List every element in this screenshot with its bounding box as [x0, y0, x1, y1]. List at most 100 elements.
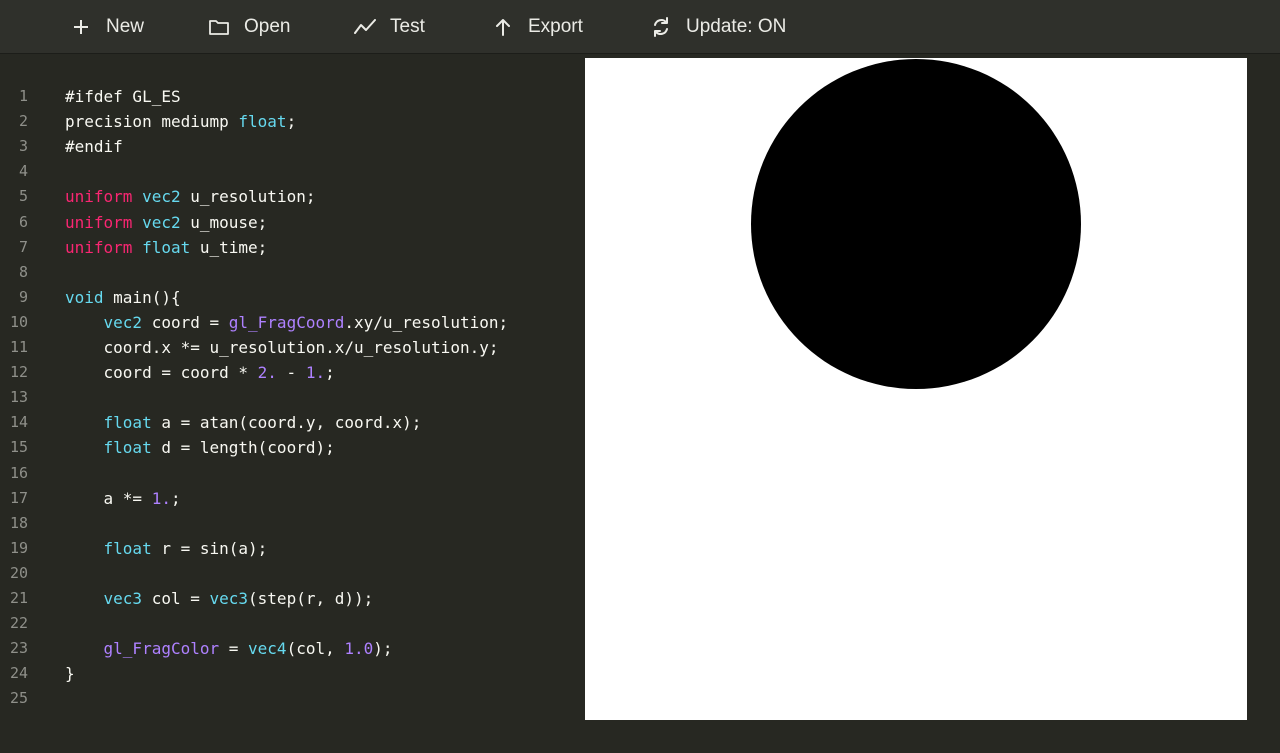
code-token: r = sin(a); [151, 538, 268, 558]
code-token: 2. [257, 363, 277, 383]
code-line[interactable]: 7 uniform float u_time; [0, 235, 585, 260]
code-line[interactable]: 23 gl_FragColor = vec4(col, 1.0); [0, 636, 585, 661]
code-token: - [276, 363, 306, 383]
line-number: 24 [9, 664, 28, 683]
code-line[interactable]: 8 [0, 260, 585, 285]
line-number: 21 [9, 589, 28, 607]
code-token: #endif [65, 137, 123, 157]
plus-icon [70, 16, 92, 38]
line-number: 19 [9, 538, 28, 557]
code-token: vec2 [142, 212, 181, 232]
code-line[interactable]: 18 [0, 511, 585, 536]
code-line[interactable]: 9 void main(){ [0, 285, 585, 310]
open-button[interactable]: Open [208, 0, 290, 53]
line-number: 16 [9, 463, 28, 482]
code-text: } [65, 661, 75, 686]
code-token: = [219, 639, 249, 659]
line-number: 7 [18, 237, 28, 256]
code-token: coord = coord * [65, 363, 258, 383]
code-line[interactable]: 24} [0, 661, 585, 686]
code-text: vec2 coord = gl_FragCoord.xy/u_resolutio… [65, 310, 509, 335]
code-token: vec3 [209, 589, 249, 608]
chart-line-icon [354, 16, 376, 38]
test-button[interactable]: Test [354, 0, 425, 53]
update-label: Update: ON [686, 15, 787, 37]
code-text: float a = atan(coord.y, coord.x); [65, 410, 422, 435]
new-label: New [106, 15, 145, 37]
code-token: ; [170, 488, 181, 508]
code-token: gl_FragColor [103, 639, 220, 659]
line-number: 8 [18, 262, 28, 281]
export-button[interactable]: Export [492, 0, 583, 53]
toolbar: New Open Test Export Update: ON [0, 0, 1280, 54]
code-line[interactable]: 12 coord = coord * 2. - 1.; [0, 360, 585, 385]
code-token: (step(r, d)); [248, 589, 374, 608]
code-line[interactable]: 21 vec3 col = vec3(step(r, d)); [0, 586, 585, 611]
code-token: ; [286, 112, 297, 132]
code-editor[interactable]: 1 #ifdef GL_ES 2 precision mediump float; 3 #… [0, 54, 585, 753]
code-token: u_mouse; [180, 212, 268, 232]
code-token: d = length(coord); [151, 438, 335, 458]
code-line[interactable]: 3 #endif [0, 134, 585, 159]
code-line[interactable]: 15 float d = length(coord); [0, 435, 585, 460]
line-number: 13 [9, 388, 28, 407]
line-number: 10 [9, 312, 28, 331]
line-number: 25 [9, 689, 28, 708]
line-number: 4 [18, 162, 28, 181]
code-line[interactable]: 4 [0, 159, 585, 184]
code-line[interactable]: 6 uniform vec2 u_mouse; [0, 210, 585, 235]
code-text: precision mediump float; [65, 109, 296, 134]
code-token: uniform [65, 187, 133, 207]
code-line[interactable]: 5 uniform vec2 u_resolution; [0, 184, 585, 209]
code-token: vec3 [103, 589, 143, 608]
code-text: uniform float u_time; [65, 235, 267, 260]
code-line[interactable]: 11 coord.x *= u_resolution.x/u_resolutio… [0, 335, 585, 360]
code-token: a *= [65, 488, 152, 508]
line-number: 22 [9, 614, 28, 633]
code-token: 1.0 [344, 639, 374, 659]
code-line[interactable]: 16 [0, 461, 585, 486]
code-token: u_resolution; [180, 187, 316, 207]
code-line[interactable]: 13 [0, 385, 585, 410]
code-text: float r = sin(a); [65, 536, 268, 561]
line-number: 6 [18, 212, 28, 231]
code-line[interactable]: 22 [0, 611, 585, 636]
line-number: 14 [9, 413, 28, 432]
code-token: (col, [286, 639, 345, 659]
line-number: 1 [18, 87, 28, 105]
code-line[interactable]: 2 precision mediump float; [0, 109, 585, 134]
line-number: 3 [18, 137, 28, 156]
shader-preview-canvas[interactable] [585, 58, 1247, 720]
code-text: coord.x *= u_resolution.x/u_resolution.y… [65, 335, 499, 360]
update-toggle[interactable]: Update: ON [650, 0, 786, 53]
code-line[interactable]: 1 #ifdef GL_ES [0, 84, 585, 109]
code-line[interactable]: 19 float r = sin(a); [0, 536, 585, 561]
code-token: float [103, 413, 152, 433]
code-token: float [238, 112, 287, 132]
code-text: uniform vec2 u_resolution; [65, 184, 315, 209]
line-number: 17 [9, 488, 28, 507]
code-token: ); [373, 639, 393, 659]
code-text: gl_FragColor = vec4(col, 1.0); [65, 636, 393, 661]
code-text: vec3 col = vec3(step(r, d)); [65, 586, 374, 611]
line-number: 12 [9, 363, 28, 382]
code-line[interactable]: 14 float a = atan(coord.y, coord.x); [0, 410, 585, 435]
test-label: Test [390, 15, 425, 37]
line-number: 5 [18, 187, 28, 206]
code-line[interactable]: 20 [0, 561, 585, 586]
code-token: vec2 [103, 312, 143, 332]
code-token: uniform [65, 212, 133, 232]
code-line[interactable]: 10 vec2 coord = gl_FragCoord.xy/u_resolu… [0, 310, 585, 335]
code-token: coord = [142, 312, 229, 332]
line-number: 15 [9, 438, 28, 457]
code-line[interactable]: 17 a *= 1.; [0, 486, 585, 511]
new-button[interactable]: New [70, 0, 144, 53]
code-line[interactable]: 25 [0, 686, 585, 711]
code-token: a = atan(coord.y, coord.x); [151, 413, 422, 433]
